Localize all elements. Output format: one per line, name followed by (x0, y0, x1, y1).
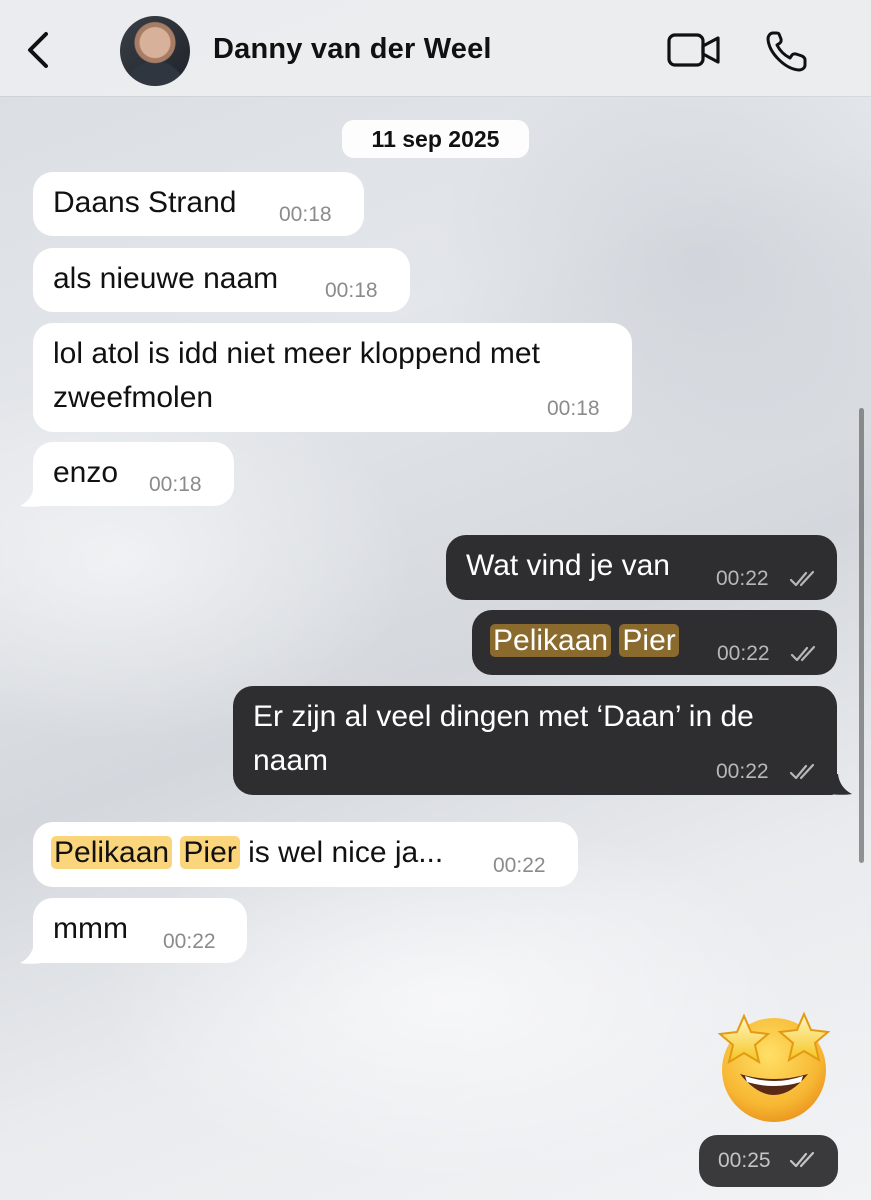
message-time: 00:18 (325, 279, 378, 302)
search-highlight: Pelikaan (490, 624, 612, 657)
message-outgoing[interactable]: Pelikaan Pier 00:22 (472, 610, 837, 675)
message-text-rest: is wel nice ja... (248, 836, 444, 869)
message-incoming[interactable]: mmm 00:22 (33, 898, 247, 963)
chevron-left-icon (28, 32, 48, 68)
phone-icon (766, 31, 807, 72)
message-incoming[interactable]: Daans Strand 00:18 (33, 172, 364, 236)
scrollbar[interactable] (859, 408, 864, 863)
star-struck-emoji[interactable] (712, 1008, 836, 1124)
message-incoming[interactable]: enzo 00:18 (33, 442, 234, 506)
message-text: Pelikaan Pier is wel nice ja... (51, 831, 443, 875)
search-highlight: Pelikaan (51, 836, 173, 869)
message-time: 00:22 (717, 642, 770, 665)
message-incoming[interactable]: als nieuwe naam 00:18 (33, 248, 410, 312)
emoji-timestamp: 00:25 (699, 1135, 838, 1187)
message-incoming[interactable]: Pelikaan Pier is wel nice ja... 00:22 (33, 822, 578, 887)
message-text: Daans Strand (53, 186, 237, 219)
message-text: mmm (53, 912, 128, 945)
search-highlight: Pier (180, 836, 240, 869)
message-time: 00:18 (547, 397, 600, 420)
message-time: 00:22 (716, 760, 769, 783)
contact-name[interactable]: Danny van der Weel (213, 33, 492, 66)
message-text: als nieuwe naam (53, 262, 279, 295)
video-call-button[interactable] (666, 30, 722, 70)
read-receipt-icon (789, 763, 815, 780)
search-highlight: Pier (619, 624, 679, 657)
date-separator: 11 sep 2025 (342, 120, 529, 158)
message-time: 00:25 (718, 1149, 771, 1172)
message-time: 00:18 (279, 203, 332, 226)
video-camera-icon (667, 33, 720, 67)
chat-header: Danny van der Weel (0, 0, 871, 96)
message-text: lol atol is idd niet meer kloppend met z… (53, 337, 540, 414)
message-time: 00:22 (493, 854, 546, 877)
message-text: enzo (53, 456, 119, 489)
message-text: Pelikaan Pier (490, 619, 679, 663)
bubble-tail (830, 774, 852, 795)
message-time: 00:18 (149, 473, 202, 496)
bubble-tail (20, 486, 42, 507)
message-outgoing[interactable]: Wat vind je van 00:22 (446, 535, 837, 600)
message-text: Wat vind je van (466, 549, 670, 582)
bubble-tail (20, 943, 42, 964)
voice-call-button[interactable] (764, 28, 810, 74)
back-button[interactable] (18, 28, 58, 72)
message-time: 00:22 (716, 567, 769, 590)
message-incoming[interactable]: lol atol is idd niet meer kloppend met z… (33, 323, 632, 432)
read-receipt-icon (789, 570, 815, 587)
avatar[interactable] (120, 16, 190, 86)
message-outgoing[interactable]: Er zijn al veel dingen met ‘Daan’ in de … (233, 686, 837, 795)
read-receipt-icon (789, 1151, 815, 1168)
message-time: 00:22 (163, 930, 216, 953)
read-receipt-icon (790, 645, 816, 662)
